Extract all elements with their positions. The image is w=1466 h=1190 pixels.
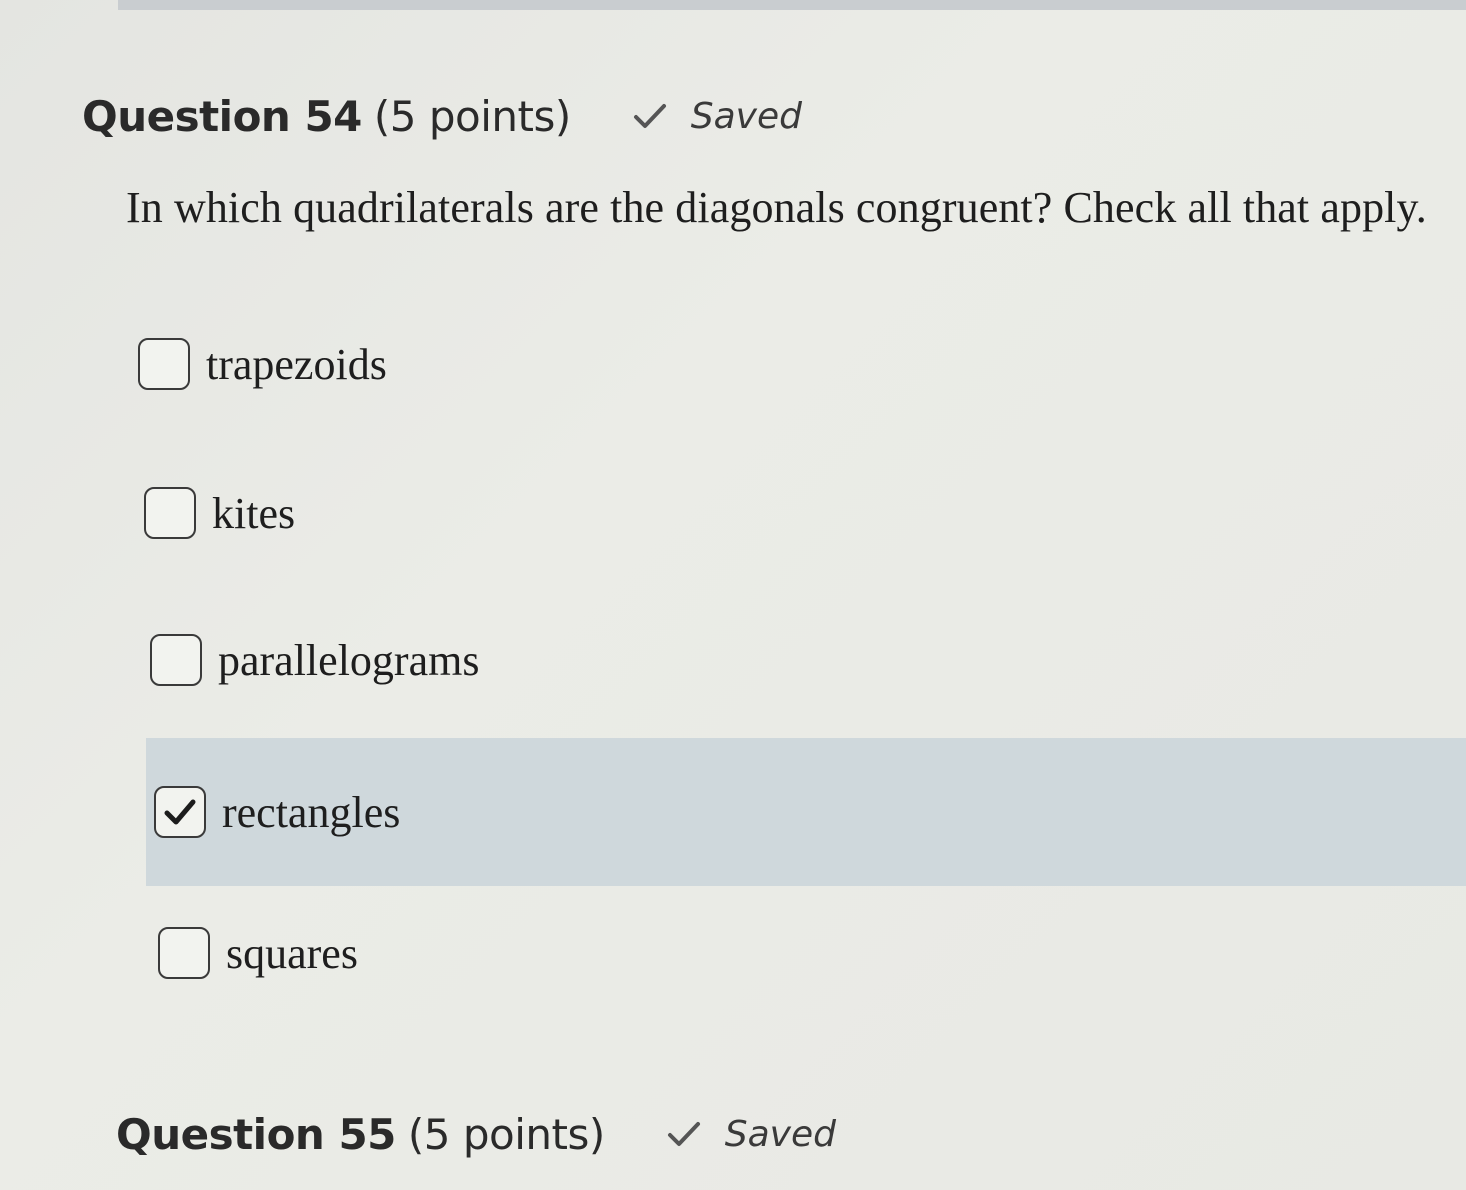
checkbox-parallelograms[interactable] xyxy=(150,634,202,686)
option-label: rectangles xyxy=(222,787,401,837)
option-label: squares xyxy=(226,928,358,978)
option-parallelograms[interactable]: parallelograms xyxy=(150,634,479,686)
option-squares[interactable]: squares xyxy=(158,927,358,979)
question-title: Question 55 xyxy=(116,1110,396,1159)
checkmark-icon xyxy=(667,1122,700,1146)
question-points: (5 points) xyxy=(373,92,571,141)
question-title: Question 54 xyxy=(82,92,362,141)
checkbox-kites[interactable] xyxy=(144,487,196,539)
option-rectangles[interactable]: rectangles xyxy=(146,738,1466,886)
question-points: (5 points) xyxy=(407,1110,605,1159)
saved-status: Saved xyxy=(667,1114,836,1155)
top-divider xyxy=(118,0,1466,10)
question-55-header: Question 55 (5 points) Saved xyxy=(116,1110,836,1159)
question-prompt: In which quadrilaterals are the diagonal… xyxy=(126,183,1427,232)
option-label: parallelograms xyxy=(218,635,480,685)
saved-status: Saved xyxy=(633,96,802,137)
saved-label: Saved xyxy=(724,1113,836,1155)
checkmark-icon xyxy=(164,799,196,825)
question-54-header: Question 54 (5 points) Saved xyxy=(82,92,802,141)
saved-label: Saved xyxy=(690,95,802,137)
checkmark-icon xyxy=(633,104,666,128)
option-label: kites xyxy=(212,488,296,538)
checkbox-trapezoids[interactable] xyxy=(138,338,190,390)
checkbox-squares[interactable] xyxy=(158,927,210,979)
checkbox-rectangles-checked[interactable] xyxy=(154,786,206,838)
option-trapezoids[interactable]: trapezoids xyxy=(138,338,387,390)
option-kites[interactable]: kites xyxy=(144,487,295,539)
option-label: trapezoids xyxy=(206,339,387,389)
